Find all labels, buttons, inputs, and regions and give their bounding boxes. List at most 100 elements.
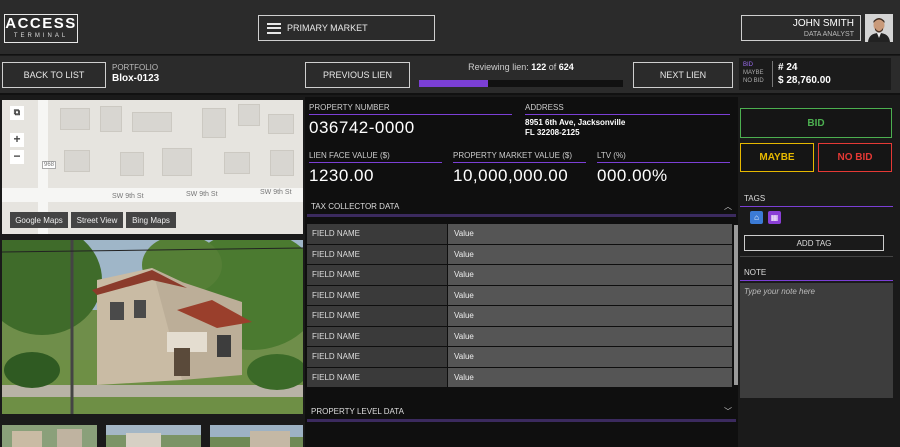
bid-summary: BID MAYBE NO BID # 24 $ 28,760.00: [739, 58, 891, 90]
ltv-value: 000.00%: [597, 166, 668, 185]
bid-count: # 24: [778, 62, 798, 73]
review-total: 624: [558, 62, 574, 72]
field-name-cell: FIELD NAME: [307, 285, 447, 305]
property-level-section-header[interactable]: PROPERTY LEVEL DATA ﹀: [307, 404, 736, 422]
note-title: NOTE: [740, 268, 893, 281]
address-line-1: 8951 6th Ave, Jacksonville: [525, 118, 626, 127]
photo-thumbnail[interactable]: [106, 425, 201, 447]
field-name-cell: FIELD NAME: [307, 306, 447, 326]
field-value-cell: Value: [448, 224, 732, 244]
home-icon[interactable]: ⌂: [750, 211, 763, 224]
field-value-cell: Value: [448, 244, 732, 264]
thumbnail-image: [2, 425, 97, 447]
chevron-down-icon: ﹀: [724, 407, 732, 416]
table-row: FIELD NAME Value: [307, 326, 732, 346]
map-building: [224, 152, 250, 174]
table-row: FIELD NAME Value: [307, 367, 732, 387]
tags-title: TAGS: [740, 194, 893, 207]
review-prefix: Reviewing lien:: [468, 62, 529, 72]
bid-summary-labels: BID MAYBE NO BID: [743, 61, 764, 85]
zoom-in-button[interactable]: +: [10, 133, 24, 147]
market-value-field: PROPERTY MARKET VALUE ($) 10,000,000.00: [453, 151, 586, 186]
street-view-tab[interactable]: Street View: [71, 212, 123, 228]
map-building: [120, 152, 144, 176]
maybe-button[interactable]: MAYBE: [740, 143, 814, 172]
bid-button[interactable]: BID: [740, 108, 892, 138]
bid-summary-maybe-label: MAYBE: [743, 70, 764, 76]
map-building: [100, 106, 122, 132]
portfolio-value: Blox-0123: [112, 73, 160, 84]
field-name-cell: FIELD NAME: [307, 326, 447, 346]
photo-thumbnail[interactable]: [210, 425, 303, 447]
review-progress-bar: [419, 80, 623, 87]
street-label: SW 9th St: [112, 193, 144, 200]
review-of: of: [548, 62, 557, 72]
bid-summary-bid-label: BID: [743, 62, 754, 68]
thumbnail-image: [106, 425, 201, 447]
table-row: FIELD NAME Value: [307, 224, 732, 244]
map-building: [268, 114, 294, 134]
map-building: [132, 112, 172, 132]
street-label: SW 9th St: [186, 191, 218, 198]
field-value-cell: Value: [448, 367, 732, 387]
user-role: DATA ANALYST: [803, 31, 854, 38]
field-name-cell: FIELD NAME: [307, 244, 447, 264]
next-lien-button[interactable]: NEXT LIEN: [633, 62, 733, 88]
map-building: [64, 150, 90, 172]
decision-panel: BID MAYBE NO BID TAGS ⌂ ▦ ADD TAG NOTE: [738, 97, 900, 447]
back-to-list-button[interactable]: BACK TO LIST: [2, 62, 106, 88]
add-tag-button[interactable]: ADD TAG: [744, 235, 884, 251]
market-selector-button[interactable]: PRIMARY MARKET: [258, 15, 435, 41]
market-value-label: PROPERTY MARKET VALUE ($): [453, 151, 586, 163]
field-name-cell: FIELD NAME: [307, 367, 447, 387]
no-bid-button[interactable]: NO BID: [818, 143, 892, 172]
divider: [772, 61, 773, 87]
logo[interactable]: ACCESS TERMINAL: [4, 14, 78, 43]
logo-title: ACCESS: [5, 15, 77, 32]
bid-summary-values: # 24 $ 28,760.00: [778, 61, 831, 87]
user-menu[interactable]: JOHN SMITH DATA ANALYST: [741, 15, 861, 41]
table-row: FIELD NAME Value: [307, 244, 732, 264]
tax-collector-title: TAX COLLECTOR DATA: [311, 202, 400, 211]
lien-details-panel: PROPERTY NUMBER 036742-0000 ADDRESS 8951…: [305, 97, 738, 447]
chevron-up-icon: ︿: [724, 202, 732, 211]
property-photo-image: [2, 240, 303, 414]
top-bar: ACCESS TERMINAL PRIMARY MARKET JOHN SMIT…: [0, 0, 900, 55]
field-name-cell: FIELD NAME: [307, 224, 447, 244]
portfolio-label: PORTFOLIO: [112, 63, 159, 72]
table-row: FIELD NAME Value: [307, 347, 732, 367]
ltv-label: LTV (%): [597, 151, 730, 163]
portfolio-info: PORTFOLIO Blox-0123: [112, 63, 159, 85]
google-maps-tab[interactable]: Google Maps: [10, 212, 68, 228]
address-field: ADDRESS 8951 6th Ave, Jacksonville FL 32…: [525, 103, 730, 138]
property-number-field: PROPERTY NUMBER 036742-0000: [309, 103, 512, 138]
previous-lien-button[interactable]: PREVIOUS LIEN: [305, 62, 410, 88]
review-progress-fill: [419, 80, 489, 87]
market-label: PRIMARY MARKET: [287, 23, 368, 33]
street-label: SW 9th St: [260, 189, 292, 196]
calendar-icon[interactable]: ▦: [768, 211, 781, 224]
review-status: Reviewing lien: 122 of 624: [419, 62, 623, 72]
avatar[interactable]: [865, 14, 893, 42]
note-input[interactable]: [740, 283, 893, 398]
market-value: 10,000,000.00: [453, 166, 569, 185]
map-building: [60, 108, 90, 130]
map-building: [238, 104, 260, 126]
map-building: [202, 108, 226, 138]
property-level-title: PROPERTY LEVEL DATA: [311, 407, 404, 416]
property-photo[interactable]: [2, 240, 303, 414]
bing-maps-tab[interactable]: Bing Maps: [126, 212, 176, 228]
route-badge: 968: [42, 161, 57, 169]
logo-subtitle: TERMINAL: [13, 33, 69, 39]
lien-face-value: 1230.00: [309, 166, 374, 185]
tax-collector-section-header[interactable]: TAX COLLECTOR DATA ︿: [307, 199, 736, 217]
lien-face-value-label: LIEN FACE VALUE ($): [309, 151, 442, 163]
photo-thumbnail[interactable]: [2, 425, 97, 447]
tax-collector-table: FIELD NAME Value FIELD NAME Value FIELD NA…: [307, 224, 732, 388]
fullscreen-icon[interactable]: ⧉: [10, 106, 24, 120]
field-name-cell: FIELD NAME: [307, 265, 447, 285]
zoom-out-button[interactable]: −: [10, 150, 24, 164]
field-value-cell: Value: [448, 306, 732, 326]
map-building: [162, 148, 192, 176]
table-row: FIELD NAME Value: [307, 265, 732, 285]
